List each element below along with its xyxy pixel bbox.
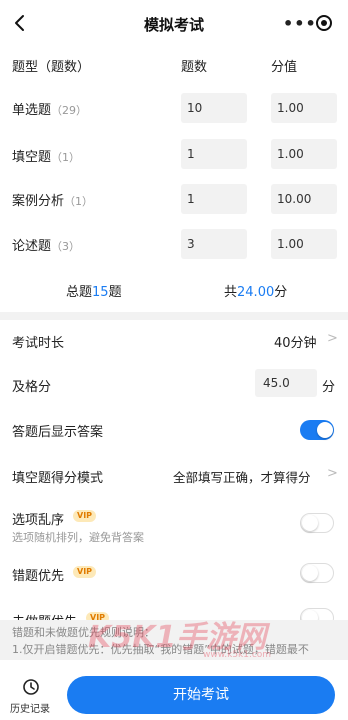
section-divider	[0, 312, 348, 320]
question-score-input[interactable]: 1.00	[271, 139, 337, 169]
total-score: 共24.00分	[224, 281, 287, 300]
toggle-knob	[302, 565, 318, 581]
chevron-right-icon: >	[327, 466, 338, 481]
score-suffix: 分	[274, 285, 288, 300]
row-available-count: （29）	[51, 104, 88, 117]
shuffle-toggle[interactable]	[300, 513, 334, 533]
question-count-input[interactable]: 1	[181, 139, 247, 169]
vip-badge: VIP	[73, 566, 97, 578]
fill-mode-value[interactable]: 全部填写正确，才算得分	[173, 467, 311, 486]
watermark-url: www.k5k1.com	[203, 650, 272, 660]
history-label: 历史记录	[10, 704, 50, 715]
question-type-row: 案例分析（1）	[12, 190, 93, 209]
total-count: 15	[92, 285, 109, 300]
show-answer-toggle[interactable]	[300, 420, 334, 440]
history-button[interactable]: 历史记录	[10, 678, 52, 718]
shuffle-label: 选项乱序	[12, 513, 65, 528]
row-available-count: （1）	[51, 151, 81, 164]
total-questions: 总题15题	[66, 281, 122, 300]
shuffle-description: 选项随机排列，避免背答案	[12, 531, 144, 544]
pass-score-label: 及格分	[12, 380, 52, 395]
wrong-first-label: 错题优先	[12, 569, 65, 584]
question-count-input[interactable]: 10	[181, 93, 247, 123]
pass-score-input[interactable]: 45.0	[255, 369, 317, 397]
toggle-knob	[317, 422, 333, 438]
row-available-count: （1）	[64, 195, 94, 208]
start-exam-button[interactable]: 开始考试	[67, 676, 335, 714]
vip-badge: VIP	[73, 510, 97, 522]
total-suffix: 题	[108, 285, 122, 300]
question-type-row: 论述题（3）	[12, 235, 80, 254]
wrong-first-toggle[interactable]	[300, 563, 334, 583]
show-answer-label: 答题后显示答案	[12, 425, 104, 440]
row-available-count: （3）	[51, 240, 81, 253]
question-score-input[interactable]: 10.00	[271, 184, 337, 214]
duration-value[interactable]: 40分钟	[274, 332, 317, 351]
fill-mode-label: 填空题得分模式	[12, 471, 104, 486]
column-header-type: 题型（题数）	[12, 60, 91, 75]
total-prefix: 总题	[66, 285, 93, 300]
record-close-icon[interactable]	[316, 15, 332, 31]
question-score-input[interactable]: 1.00	[271, 229, 337, 259]
column-header-count: 题数	[181, 60, 208, 75]
row-label: 单选题	[12, 103, 52, 118]
question-score-input[interactable]: 1.00	[271, 93, 337, 123]
question-count-input[interactable]: 1	[181, 184, 247, 214]
toggle-knob	[302, 515, 318, 531]
pass-score-unit: 分	[322, 380, 336, 395]
chevron-right-icon: >	[327, 331, 338, 346]
row-label: 论述题	[12, 239, 52, 254]
row-label: 案例分析	[12, 194, 65, 209]
question-count-input[interactable]: 3	[181, 229, 247, 259]
clock-history-icon	[23, 679, 39, 695]
question-type-row: 填空题（1）	[12, 146, 80, 165]
question-type-row: 单选题（29）	[12, 99, 87, 118]
column-header-score: 分值	[271, 60, 298, 75]
duration-label: 考试时长	[12, 336, 65, 351]
score-value: 24.00	[237, 285, 275, 300]
row-label: 填空题	[12, 150, 52, 165]
score-prefix: 共	[224, 285, 238, 300]
more-options-icon[interactable]: •••	[283, 14, 317, 33]
top-bar: 模拟考试 •••	[0, 0, 348, 46]
